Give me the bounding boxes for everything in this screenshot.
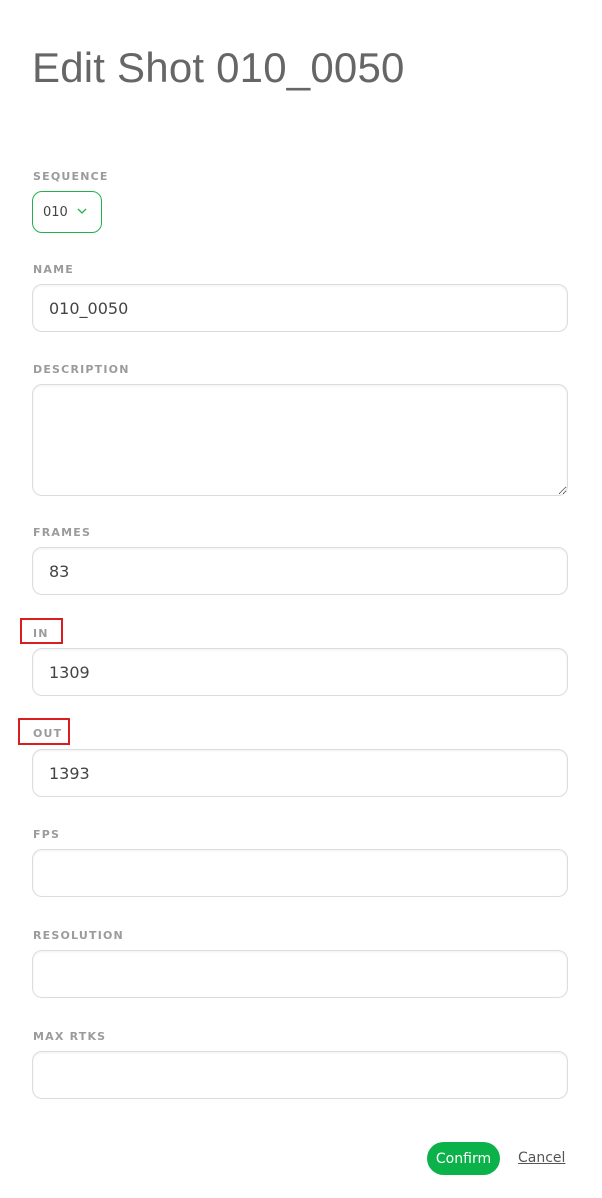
max-rtks-label: MAX RTKS: [33, 1030, 107, 1043]
in-input[interactable]: 1309: [32, 648, 568, 696]
name-label: NAME: [33, 263, 74, 276]
resolution-label: RESOLUTION: [33, 929, 124, 942]
sequence-label: SEQUENCE: [33, 170, 109, 183]
cancel-link[interactable]: Cancel: [518, 1150, 565, 1166]
resolution-input[interactable]: [32, 950, 568, 998]
in-value: 1309: [49, 662, 90, 682]
fps-input[interactable]: [32, 849, 568, 897]
out-value: 1393: [49, 763, 90, 783]
page-title: Edit Shot 010_0050: [32, 44, 405, 91]
frames-label: FRAMES: [33, 526, 92, 539]
confirm-button[interactable]: Confirm: [427, 1142, 500, 1175]
name-value: 010_0050: [49, 298, 129, 318]
description-label: DESCRIPTION: [33, 363, 130, 376]
frames-input[interactable]: 83: [32, 547, 568, 595]
out-input[interactable]: 1393: [32, 749, 568, 797]
out-label: OUT: [33, 727, 63, 740]
sequence-select[interactable]: 010: [32, 191, 102, 233]
chevron-down-icon: [77, 208, 87, 214]
max-rtks-input[interactable]: [32, 1051, 568, 1099]
frames-value: 83: [49, 561, 70, 581]
sequence-value: 010: [43, 204, 68, 220]
fps-label: FPS: [33, 828, 61, 841]
name-input[interactable]: 010_0050: [32, 284, 568, 332]
in-label: IN: [33, 627, 49, 640]
description-textarea[interactable]: [32, 384, 568, 496]
